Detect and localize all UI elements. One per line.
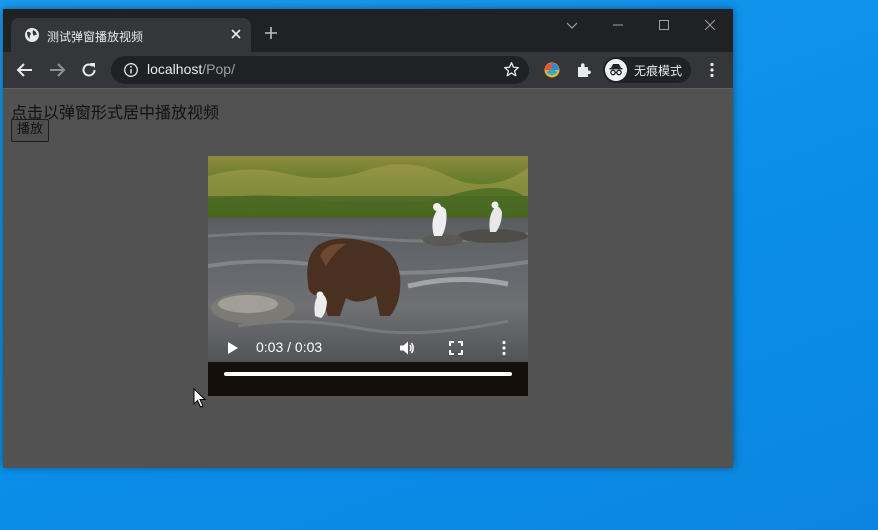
incognito-indicator[interactable]: 无痕模式 <box>603 57 691 83</box>
close-window-icon[interactable] <box>702 17 718 33</box>
video-frame <box>208 156 528 396</box>
browser-toolbar: localhost/Pop/ 无痕模式 <box>3 52 733 88</box>
new-tab-icon[interactable] <box>264 26 278 40</box>
minimize-icon[interactable] <box>610 17 626 33</box>
close-tab-icon[interactable] <box>230 28 242 40</box>
browser-tab[interactable]: 测试弹窗播放视频 <box>11 18 251 52</box>
volume-icon[interactable] <box>398 339 416 357</box>
more-menu-icon[interactable] <box>703 61 721 79</box>
tab-title: 测试弹窗播放视频 <box>47 30 144 44</box>
video-time-display: 0:03 / 0:03 <box>256 339 323 355</box>
address-bar[interactable]: localhost/Pop/ <box>111 56 529 84</box>
url-text: localhost/Pop/ <box>147 61 235 77</box>
video-player[interactable]: 0:03 / 0:03 <box>208 156 528 396</box>
fullscreen-icon[interactable] <box>448 340 464 356</box>
bookmark-star-icon[interactable] <box>503 61 520 78</box>
url-host: localhost <box>147 61 203 77</box>
extension-icon[interactable] <box>543 61 561 79</box>
page-content: 点击以弹窗形式居中播放视频 播放 0:03 / 0:03 <box>3 88 733 468</box>
play-icon[interactable] <box>224 340 240 356</box>
globe-icon <box>25 28 39 42</box>
extensions-puzzle-icon[interactable] <box>575 61 593 79</box>
reload-icon[interactable] <box>80 61 98 79</box>
browser-window: 测试弹窗播放视频 localhost/Pop/ 无痕模式 点击以弹窗形式居中播放… <box>3 9 733 468</box>
video-options-icon[interactable] <box>496 339 512 357</box>
incognito-label: 无痕模式 <box>634 64 683 78</box>
url-path: /Pop/ <box>202 61 235 77</box>
forward-arrow-icon[interactable] <box>48 61 66 79</box>
video-progress-bar <box>224 372 512 376</box>
maximize-icon[interactable] <box>656 17 672 33</box>
site-info-icon[interactable] <box>123 62 139 78</box>
back-arrow-icon[interactable] <box>16 61 34 79</box>
play-button[interactable]: 播放 <box>11 119 50 142</box>
tab-search-icon[interactable] <box>564 17 580 33</box>
tab-strip: 测试弹窗播放视频 <box>3 9 733 52</box>
mouse-cursor-icon <box>193 388 207 408</box>
incognito-icon <box>605 59 627 81</box>
